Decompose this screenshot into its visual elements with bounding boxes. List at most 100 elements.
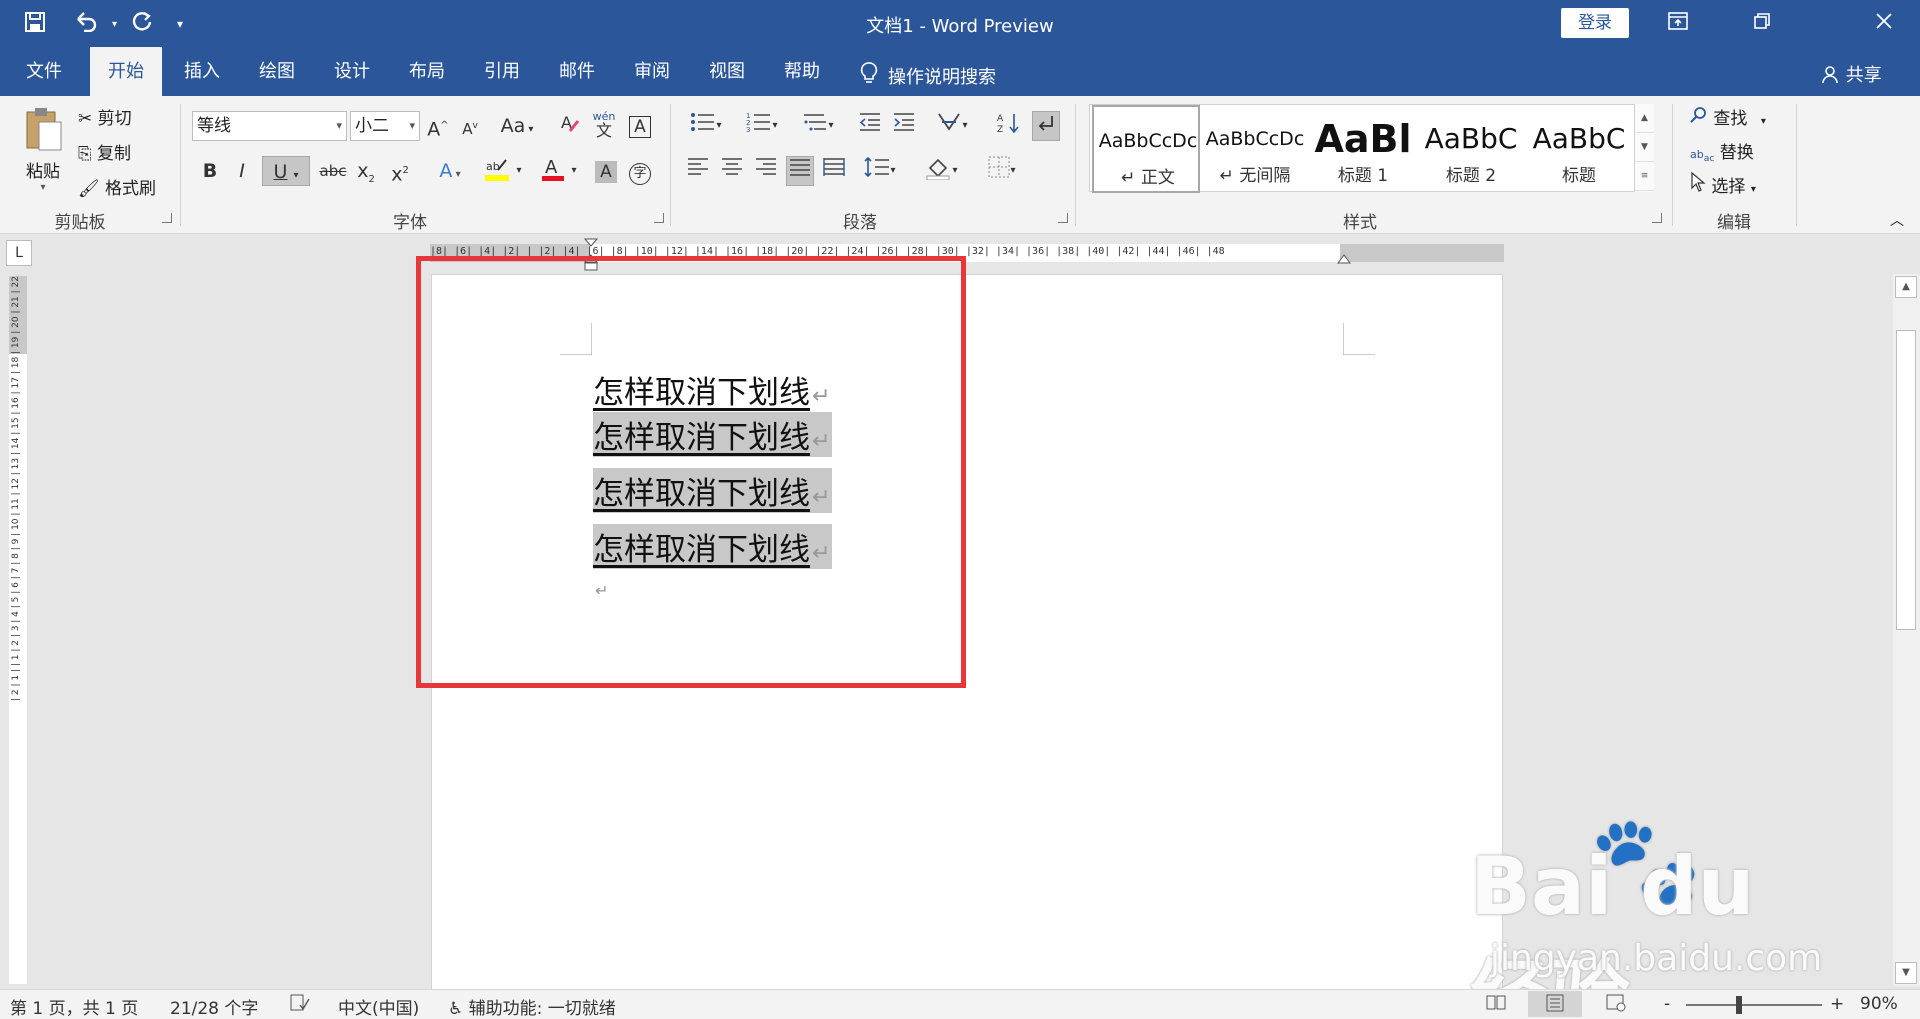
sort-icon[interactable]: AZ	[994, 111, 1022, 141]
bullets-button[interactable]: ▾	[684, 111, 728, 141]
phonetic-guide-button[interactable]: wén 文	[590, 108, 618, 139]
shrink-font-icon[interactable]: Av	[456, 111, 484, 141]
character-border-icon[interactable]: A	[626, 111, 654, 141]
tab-home[interactable]: 开始	[90, 47, 162, 96]
zoom-slider-thumb[interactable]	[1736, 996, 1742, 1014]
word-count[interactable]: 21/28 个字	[170, 994, 258, 1019]
style-normal[interactable]: AaBbCcDc ↵ 正文	[1092, 105, 1200, 193]
empty-paragraph-mark[interactable]: ↵	[595, 581, 608, 600]
text-effects-button[interactable]: A ▾	[428, 156, 472, 186]
align-right-icon[interactable]	[752, 156, 780, 186]
page-count[interactable]: 第 1 页，共 1 页	[10, 994, 138, 1019]
tab-layout[interactable]: 布局	[397, 47, 457, 96]
justify-icon[interactable]	[786, 156, 814, 186]
vertical-scrollbar[interactable]: ▲ ▼	[1893, 274, 1920, 986]
decrease-indent-icon[interactable]	[856, 111, 884, 141]
tab-file[interactable]: 文件	[14, 47, 74, 96]
chevron-up-icon[interactable]: ▲	[1635, 104, 1654, 133]
style-title[interactable]: AaBbC 标题	[1525, 105, 1633, 193]
scroll-thumb[interactable]	[1896, 330, 1916, 630]
tab-mailings[interactable]: 邮件	[547, 47, 607, 96]
document-line-selected[interactable]: 怎样取消下划线↵	[593, 468, 833, 513]
zoom-out-button[interactable]: -	[1664, 994, 1670, 1014]
styles-launcher-icon[interactable]	[1652, 213, 1662, 223]
find-button[interactable]: 查找 ▾	[1690, 104, 1766, 129]
numbering-button[interactable]: 1 2 3 ▾	[740, 111, 784, 141]
tab-draw[interactable]: 绘图	[247, 47, 307, 96]
zoom-slider[interactable]	[1686, 1004, 1822, 1006]
proofing-icon[interactable]	[290, 994, 310, 1017]
ribbon-display-icon[interactable]	[1658, 8, 1698, 38]
web-layout-icon[interactable]	[1606, 994, 1626, 1017]
login-button[interactable]: 登录	[1561, 8, 1629, 38]
bold-button[interactable]: B	[196, 156, 224, 186]
font-color-button[interactable]: A ▾	[536, 156, 582, 186]
multilevel-list-button[interactable]: ▾	[796, 111, 840, 141]
undo-dropdown-icon[interactable]: ▾	[112, 19, 117, 30]
scroll-up-icon[interactable]: ▲	[1895, 276, 1917, 298]
print-layout-icon[interactable]	[1528, 991, 1582, 1017]
grow-font-icon[interactable]: A^	[424, 111, 452, 141]
cut-button[interactable]: ✂ 剪切	[78, 104, 132, 129]
strikethrough-button[interactable]: abc	[316, 156, 350, 186]
customize-icon[interactable]: ▾	[177, 17, 183, 31]
paste-button[interactable]: 粘贴 ▾	[18, 106, 68, 193]
zoom-in-button[interactable]: +	[1830, 994, 1844, 1014]
tab-insert[interactable]: 插入	[172, 47, 232, 96]
document-line[interactable]: 怎样取消下划线↵	[593, 367, 830, 412]
tab-selector-icon[interactable]: L	[6, 240, 32, 266]
tab-help[interactable]: 帮助	[772, 47, 832, 96]
save-icon[interactable]	[24, 11, 46, 38]
borders-button[interactable]: ▾	[980, 156, 1024, 186]
shading-button[interactable]: ▾	[920, 156, 964, 186]
document-page[interactable]: 怎样取消下划线↵ 怎样取消下划线↵ 怎样取消下划线↵ 怎样取消下划线↵ ↵	[431, 274, 1503, 994]
close-icon[interactable]	[1864, 8, 1904, 38]
accessibility-status[interactable]: ♿ 辅助功能: 一切就绪	[448, 994, 616, 1019]
enclose-characters-icon[interactable]: 字	[626, 156, 654, 186]
share-button[interactable]: 共享	[1820, 61, 1882, 89]
change-case-button[interactable]: Aa ▾	[496, 111, 538, 141]
clipboard-launcher-icon[interactable]	[162, 213, 172, 223]
indent-markers-icon[interactable]	[584, 238, 598, 272]
increase-indent-icon[interactable]	[890, 111, 918, 141]
tab-view[interactable]: 视图	[697, 47, 757, 96]
style-heading-1[interactable]: AaBl 标题 1	[1309, 105, 1417, 193]
tab-references[interactable]: 引用	[472, 47, 532, 96]
style-no-spacing[interactable]: AaBbCcDc ↵ 无间隔	[1201, 105, 1309, 193]
show-marks-icon[interactable]	[1032, 111, 1060, 141]
document-line-selected[interactable]: 怎样取消下划线↵	[593, 412, 833, 457]
copy-button[interactable]: ⎘ 复制	[78, 139, 131, 164]
zoom-level[interactable]: 90%	[1860, 994, 1898, 1014]
distributed-icon[interactable]	[820, 156, 848, 186]
document-line-selected[interactable]: 怎样取消下划线↵	[593, 524, 833, 569]
line-spacing-button[interactable]: ▾	[858, 156, 902, 186]
align-left-icon[interactable]	[684, 156, 712, 186]
undo-icon[interactable]	[74, 10, 98, 38]
font-size-combo[interactable]: 小二 ▾	[350, 111, 420, 141]
chinese-layout-button[interactable]: ▾	[930, 111, 974, 141]
style-heading-2[interactable]: AaBbC 标题 2	[1417, 105, 1525, 193]
maximize-icon[interactable]	[1742, 8, 1782, 38]
chevron-down-icon[interactable]: ▼	[1635, 133, 1654, 162]
align-center-icon[interactable]	[718, 156, 746, 186]
clear-format-icon[interactable]: A	[556, 111, 584, 141]
collapse-ribbon-icon[interactable]: ︿	[1890, 210, 1904, 230]
tab-design[interactable]: 设计	[322, 47, 382, 96]
vertical-ruler[interactable]: | 2 | 1 | | 1 | 2 | 3 | 4 | 5 | 6 | 7 | …	[9, 276, 27, 984]
subscript-button[interactable]: x2	[352, 156, 380, 186]
character-shading-icon[interactable]: A	[592, 156, 620, 186]
italic-button[interactable]: I	[228, 156, 256, 186]
underline-button[interactable]: U ▾	[262, 156, 310, 186]
font-name-combo[interactable]: 等线 ▾	[192, 111, 347, 141]
font-launcher-icon[interactable]	[654, 213, 664, 223]
highlight-button[interactable]: ab ▾	[480, 156, 526, 186]
scroll-down-icon[interactable]: ▼	[1895, 962, 1917, 984]
format-painter-button[interactable]: 🖌 格式刷	[78, 174, 156, 199]
superscript-button[interactable]: x2	[386, 156, 414, 186]
right-indent-marker-icon[interactable]	[1337, 252, 1351, 264]
tab-review[interactable]: 审阅	[622, 47, 682, 96]
horizontal-ruler[interactable]: |8| |6| |4| |2| | |2| |4| |6| |8| |10| |…	[430, 238, 1504, 271]
language[interactable]: 中文(中国)	[338, 994, 419, 1019]
redo-icon[interactable]	[131, 10, 153, 38]
paragraph-launcher-icon[interactable]	[1058, 213, 1068, 223]
